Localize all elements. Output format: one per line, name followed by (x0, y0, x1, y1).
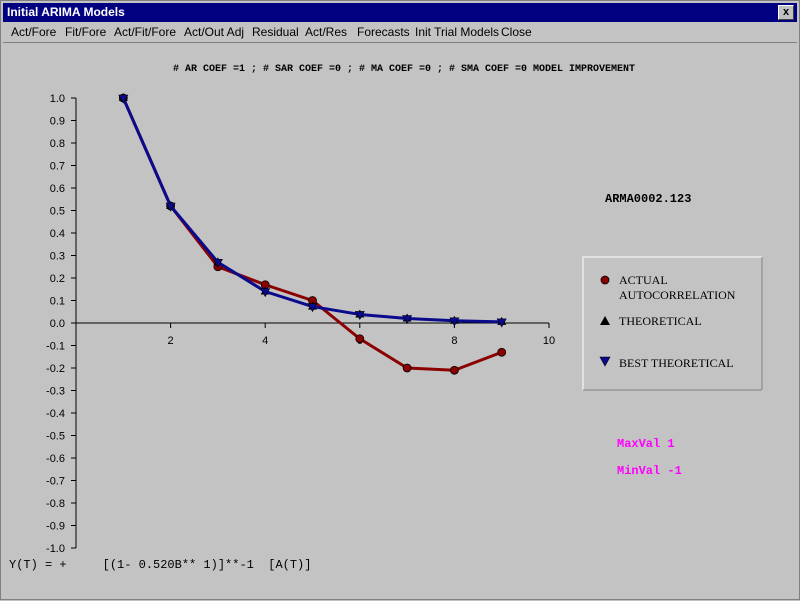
series-line-0 (121, 97, 503, 372)
y-tick-label: 0.4 (50, 228, 65, 240)
y-tick-label: 0.2 (50, 273, 65, 285)
y-tick-label: 0.6 (50, 183, 65, 195)
x-tick-label: 2 (168, 335, 174, 347)
legend-actual-marker (600, 275, 610, 285)
chart-title: # AR COEF =1 ; # SAR COEF =0 ; # MA COEF… (173, 64, 635, 75)
point-actual (449, 365, 459, 375)
y-tick-label: -0.6 (46, 453, 65, 465)
y-tick-label: 0.9 (50, 116, 65, 128)
point-actual (355, 334, 365, 344)
y-tick-label: 0.7 (50, 161, 65, 173)
y-tick-label: -0.3 (46, 386, 65, 398)
y-tick-label: 1.0 (50, 93, 65, 105)
x-tick-label: 10 (543, 335, 555, 347)
y-tick-label: -0.5 (46, 431, 65, 443)
legend: ACTUAL AUTOCORRELATION THEORETICAL BEST … (582, 256, 763, 391)
axes: 1.0 0.9 0.8 0.7 0.6 0.5 0.4 0.3 0.2 0.1 0.0 -0.1 -0.… (46, 93, 555, 555)
acf-chart: # AR COEF =1 ; # SAR COEF =0 ; # MA COEF… (9, 64, 763, 572)
y-tick-label: -0.4 (46, 408, 65, 420)
y-tick-label: -0.8 (46, 498, 65, 510)
y-tick-label: -0.1 (46, 341, 65, 353)
y-tick-label: -1.0 (46, 543, 65, 555)
legend-actual-label-2: AUTOCORRELATION (619, 288, 736, 302)
point-actual (497, 347, 507, 357)
arima-window: Initial ARIMA Models x Act/Fore Fit/Fore… (0, 0, 800, 600)
x-tick-label: 4 (262, 335, 268, 347)
legend-theoretical-label: THEORETICAL (619, 314, 702, 328)
series-id-label: ARMA0002.123 (605, 192, 691, 206)
y-tick-label: -0.2 (46, 363, 65, 375)
y-tick-label: 0.5 (50, 206, 65, 218)
model-equation: Y(T) = + [(1- 0.520B** 1)]**-1 [A(T)] (9, 558, 311, 572)
y-tick-label: 0.3 (50, 251, 65, 263)
legend-actual-label-1: ACTUAL (619, 273, 668, 287)
series-line-2 (121, 97, 502, 324)
y-tick-label: -0.9 (46, 521, 65, 533)
x-tick-label: 8 (451, 335, 457, 347)
legend-best-label: BEST THEORETICAL (619, 356, 734, 370)
y-tick-label: 0.1 (50, 296, 65, 308)
point-actual (402, 363, 412, 373)
y-tick-label: -0.7 (46, 476, 65, 488)
series-layer (118, 93, 507, 375)
maxval-label: MaxVal 1 (617, 437, 675, 451)
y-tick-label: 0.0 (50, 318, 65, 330)
y-tick-label: 0.8 (50, 138, 65, 150)
minval-label: MinVal -1 (617, 464, 682, 478)
